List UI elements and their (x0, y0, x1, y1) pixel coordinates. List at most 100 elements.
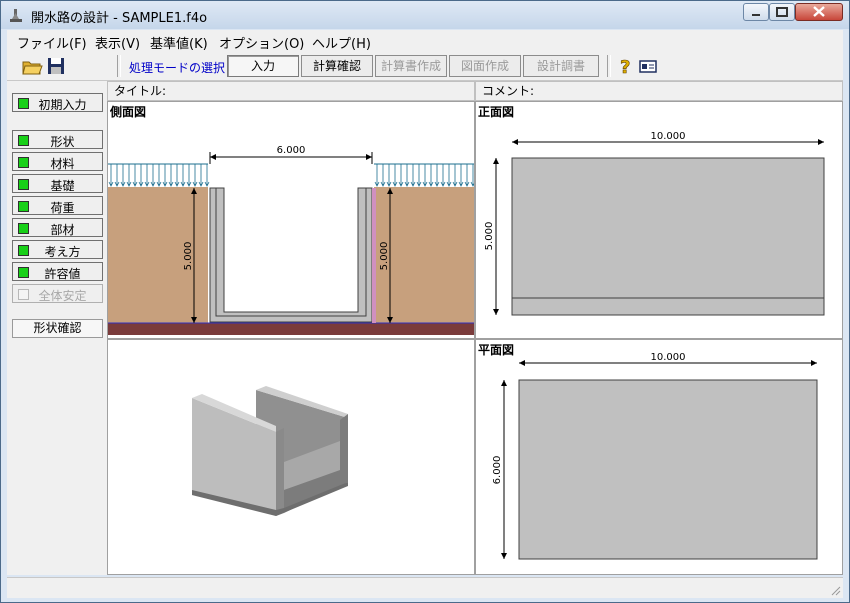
load-arrow (428, 164, 434, 187)
app-window: 開水路の設計 - SAMPLE1.f4o ファイル(F) 表示(V) 基準値(K… (0, 0, 850, 603)
nav-foundation-label: 基礎 (50, 179, 75, 193)
load-arrow (132, 164, 138, 187)
front-view-drawing: 10.000 5.000 (484, 131, 825, 316)
side-right-height-dim: 5.000 (379, 242, 390, 271)
load-arrow (464, 164, 470, 187)
svg-text:?: ? (620, 57, 630, 77)
side-view-drawing: 6.000 5.000 5.000 (108, 145, 474, 335)
plan-height-dim: 6.000 (492, 456, 503, 485)
nav-material-button[interactable]: 材料 (12, 152, 103, 171)
nav-shape-label: 形状 (50, 135, 75, 149)
maximize-button[interactable] (769, 3, 795, 21)
nav-approach-label: 考え方 (44, 245, 81, 259)
comment-field[interactable]: コメント: (475, 81, 843, 101)
plan-view-drawing: 10.000 6.000 (492, 352, 818, 560)
load-arrow (120, 164, 126, 187)
app-icon (10, 9, 22, 22)
nav-overall-stability-label: 全体安定 (38, 289, 87, 303)
maximize-icon (776, 7, 788, 17)
load-arrow (410, 164, 416, 187)
front-view-pane: 正面図 10.000 5.000 (475, 101, 843, 339)
plan-view-pane: 平面図 10.000 6.000 (475, 339, 843, 575)
nav-foundation-button[interactable]: 基礎 (12, 174, 103, 193)
load-arrow (416, 164, 422, 187)
load-arrow (186, 164, 192, 187)
load-arrow (380, 164, 386, 187)
load-arrow (404, 164, 410, 187)
load-arrow (108, 164, 114, 187)
info-card-icon[interactable] (637, 55, 659, 77)
load-arrow (168, 164, 174, 187)
menu-bar: ファイル(F) 表示(V) 基準値(K) オプション(O) ヘルプ(H) (7, 30, 843, 53)
close-button[interactable] (795, 3, 843, 21)
menu-file[interactable]: ファイル(F) (17, 33, 87, 52)
load-arrow (446, 164, 452, 187)
title-field[interactable]: タイトル: (107, 81, 475, 101)
menu-options[interactable]: オプション(O) (219, 33, 304, 52)
nav-approach-button[interactable]: 考え方 (12, 240, 103, 259)
load-arrow (386, 164, 392, 187)
initial-input-button[interactable]: 初期入力 (12, 93, 103, 112)
load-arrow (440, 164, 446, 187)
load-arrow (470, 164, 474, 187)
load-arrow (114, 164, 120, 187)
nav-load-button[interactable]: 荷重 (12, 196, 103, 215)
load-arrow (138, 164, 144, 187)
minimize-button[interactable] (743, 3, 769, 21)
plan-width-dim: 10.000 (651, 352, 686, 363)
load-arrow (162, 164, 168, 187)
load-arrow (174, 164, 180, 187)
help-icon[interactable]: ? (615, 55, 637, 77)
mode-input-button[interactable]: 入力 (227, 55, 299, 77)
toolbar: 処理モードの選択 入力 計算確認 計算書作成 図面作成 設計調書 ? (7, 52, 843, 81)
load-arrow (458, 164, 464, 187)
load-arrow (198, 164, 204, 187)
menu-help[interactable]: ヘルプ(H) (312, 33, 371, 52)
nav-member-button[interactable]: 部材 (12, 218, 103, 237)
load-arrow (392, 164, 398, 187)
mode-report-button[interactable]: 計算書作成 (375, 55, 447, 77)
front-height-dim: 5.000 (484, 222, 495, 251)
load-arrow (150, 164, 156, 187)
nav-material-label: 材料 (50, 157, 75, 171)
close-icon (813, 6, 825, 17)
mode-calc-check-button[interactable]: 計算確認 (301, 55, 373, 77)
toolbar-separator (607, 55, 611, 77)
toolbar-separator (117, 55, 121, 77)
surcharge-load-right (374, 163, 474, 187)
base-layer (108, 323, 474, 335)
load-arrow (204, 164, 210, 187)
minimize-icon (752, 14, 760, 16)
load-arrow (180, 164, 186, 187)
nav-member-label: 部材 (50, 223, 75, 237)
nav-shape-button[interactable]: 形状 (12, 130, 103, 149)
load-arrow (192, 164, 198, 187)
load-arrow (126, 164, 132, 187)
mode-drawing-button[interactable]: 図面作成 (449, 55, 521, 77)
mode-design-sheet-button[interactable]: 設計調書 (523, 55, 599, 77)
side-left-height-dim: 5.000 (183, 242, 194, 271)
menu-view[interactable]: 表示(V) (95, 33, 140, 52)
surcharge-load-left (108, 163, 210, 187)
initial-input-label: 初期入力 (38, 98, 87, 112)
mode-select-label: 処理モードの選択 (129, 61, 226, 75)
load-arrow (144, 164, 150, 187)
channel-3d-model (192, 386, 348, 516)
nav-allowable-button[interactable]: 許容値 (12, 262, 103, 281)
shape-check-button[interactable]: 形状確認 (12, 319, 103, 338)
model-left-wall-end (276, 428, 284, 516)
side-view-pane: 側面図 6.000 5.000 5.000 (107, 101, 475, 339)
menu-standard-values[interactable]: 基準値(K) (150, 33, 208, 52)
save-icon[interactable] (45, 55, 67, 77)
resize-grip-icon[interactable] (829, 584, 841, 596)
load-arrow (374, 164, 380, 187)
nav-load-label: 荷重 (50, 201, 75, 215)
load-arrow (156, 164, 162, 187)
side-width-dim: 6.000 (277, 145, 306, 156)
nav-allowable-label: 許容値 (44, 267, 81, 281)
window-title: 開水路の設計 - SAMPLE1.f4o (31, 11, 208, 26)
plan-concrete-rect (518, 379, 818, 560)
nav-overall-stability-button[interactable]: 全体安定 (12, 284, 103, 303)
backfill-strip (372, 188, 376, 323)
open-folder-icon[interactable] (21, 55, 43, 77)
